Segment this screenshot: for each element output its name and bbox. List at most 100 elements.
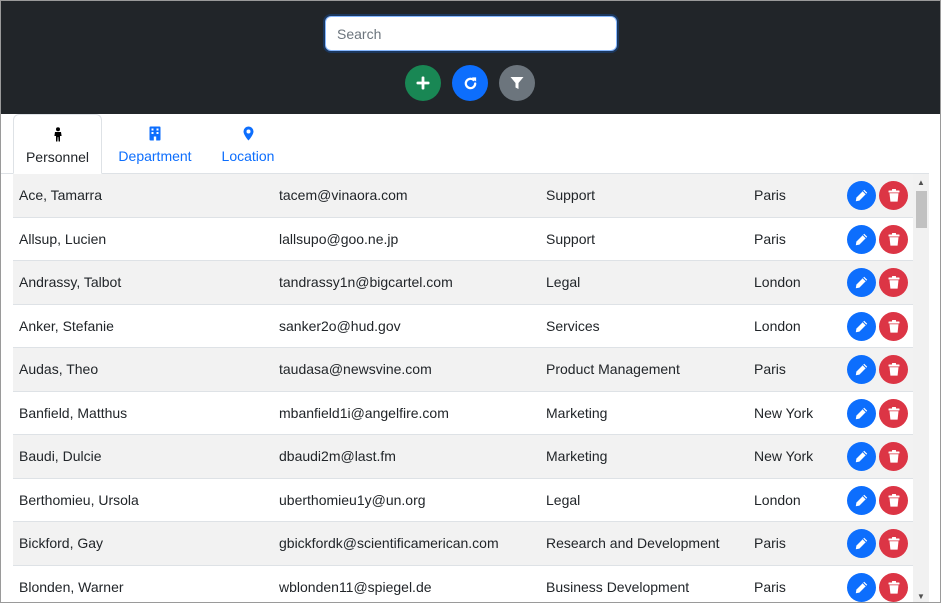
- pencil-icon: [855, 276, 868, 289]
- edit-button[interactable]: [847, 485, 876, 515]
- edit-button[interactable]: [847, 181, 876, 210]
- location-cell: Paris: [754, 187, 786, 204]
- table-row: Ace, Tamarra tacem@vinaora.com Support Pari…: [13, 174, 913, 218]
- department-cell: Marketing: [546, 404, 608, 421]
- search-input[interactable]: [325, 16, 617, 51]
- tab-bar: Personnel Department Location: [1, 114, 940, 174]
- name-cell: Anker, Stefanie: [19, 317, 114, 334]
- pencil-icon: [855, 407, 868, 419]
- department-cell: Legal: [546, 274, 581, 291]
- tab-location[interactable]: Location: [215, 114, 281, 174]
- edit-button[interactable]: [847, 529, 876, 558]
- email-cell: tacem@vinaora.com: [279, 187, 408, 204]
- location-cell: London: [754, 317, 801, 334]
- email-cell: tandrassy1n@bigcartel.com: [279, 274, 453, 291]
- scroll-down-arrow-icon[interactable]: ▼: [913, 588, 929, 602]
- tab-department[interactable]: Department: [111, 114, 199, 174]
- table-row: Berthomieu, Ursola uberthomieu1y@un.org Le…: [13, 478, 913, 522]
- personnel-table: Ace, Tamarra tacem@vinaora.com Support Pari…: [13, 174, 913, 602]
- edit-button[interactable]: [847, 355, 876, 384]
- tab-department-label: Department: [118, 148, 192, 164]
- top-bar: [1, 1, 940, 114]
- delete-button[interactable]: [879, 268, 908, 297]
- filter-icon: [510, 77, 524, 89]
- trash-icon: [888, 406, 899, 420]
- name-cell: Ace, Tamarra: [19, 187, 102, 204]
- email-cell: gbickfordk@scientificamerican.com: [279, 535, 499, 552]
- table-row: Anker, Stefanie sanker2o@hud.gov Services L…: [13, 304, 913, 348]
- name-cell: Berthomieu, Ursola: [19, 491, 139, 508]
- table-row: Andrassy, Talbot tandrassy1n@bigcartel.co…: [13, 261, 913, 305]
- delete-button[interactable]: [879, 311, 908, 341]
- department-cell: Support: [546, 230, 596, 247]
- trash-icon: [888, 363, 899, 376]
- trash-icon: [888, 537, 899, 550]
- tab-location-label: Location: [221, 148, 275, 164]
- location-cell: London: [754, 274, 801, 291]
- delete-button[interactable]: [879, 398, 908, 428]
- refresh-button[interactable]: [452, 65, 488, 101]
- scroll-up-arrow-icon[interactable]: ▲: [913, 174, 929, 190]
- pencil-icon: [855, 450, 868, 463]
- map-pin-icon: [243, 124, 254, 142]
- location-cell: Paris: [754, 230, 786, 247]
- email-cell: mbanfield1i@angelfire.com: [279, 404, 449, 421]
- location-cell: London: [754, 491, 801, 508]
- delete-button[interactable]: [879, 355, 908, 384]
- building-icon: [149, 124, 161, 142]
- table-row: Bickford, Gay gbickfordk@scientificameric…: [13, 522, 913, 566]
- table-row: Allsup, Lucien lallsupo@goo.ne.jp Support P…: [13, 217, 913, 261]
- edit-button[interactable]: [847, 268, 876, 297]
- pencil-icon: [855, 233, 868, 245]
- edit-button[interactable]: [847, 311, 876, 341]
- name-cell: Blonden, Warner: [19, 578, 124, 595]
- department-cell: Business Development: [546, 578, 690, 595]
- scrollbar-thumb[interactable]: [916, 191, 927, 228]
- email-cell: taudasa@newsvine.com: [279, 361, 432, 378]
- pencil-icon: [855, 363, 868, 376]
- email-cell: uberthomieu1y@un.org: [279, 491, 426, 508]
- delete-button[interactable]: [879, 485, 908, 515]
- location-cell: New York: [754, 404, 814, 421]
- vertical-scrollbar[interactable]: ▲ ▼: [913, 174, 929, 602]
- person-icon: [53, 125, 63, 143]
- add-button[interactable]: [405, 65, 441, 101]
- table-row: Baudi, Dulcie dbaudi2m@last.fm Marketing Ne…: [13, 435, 913, 479]
- table-row: Blonden, Warner wblonden11@spiegel.de Busi…: [13, 565, 913, 602]
- delete-button[interactable]: [879, 572, 908, 602]
- name-cell: Banfield, Matthus: [19, 404, 128, 421]
- plus-icon: [416, 76, 430, 90]
- delete-button[interactable]: [879, 224, 908, 254]
- department-cell: Research and Development: [546, 535, 720, 552]
- email-cell: lallsupo@goo.ne.jp: [279, 230, 399, 247]
- trash-icon: [888, 580, 899, 594]
- name-cell: Andrassy, Talbot: [19, 274, 122, 291]
- trash-icon: [888, 232, 899, 246]
- edit-button[interactable]: [847, 398, 876, 428]
- pencil-icon: [855, 320, 868, 332]
- edit-button[interactable]: [847, 572, 876, 602]
- tab-personnel-label: Personnel: [25, 149, 90, 165]
- edit-button[interactable]: [847, 224, 876, 254]
- filter-button[interactable]: [499, 65, 535, 101]
- pencil-icon: [855, 537, 868, 550]
- table-row: Audas, Theo taudasa@newsvine.com Product M…: [13, 348, 913, 392]
- email-cell: sanker2o@hud.gov: [279, 317, 401, 334]
- table-row: Banfield, Matthus mbanfield1i@angelfire.c…: [13, 391, 913, 435]
- trash-icon: [888, 450, 899, 463]
- department-cell: Support: [546, 187, 596, 204]
- trash-icon: [888, 276, 899, 289]
- name-cell: Baudi, Dulcie: [19, 448, 102, 465]
- location-cell: Paris: [754, 578, 786, 595]
- app-window: Personnel Department Location: [0, 0, 941, 603]
- tab-personnel[interactable]: Personnel: [13, 114, 102, 174]
- department-cell: Services: [546, 317, 600, 334]
- trash-icon: [888, 319, 899, 333]
- delete-button[interactable]: [879, 181, 908, 210]
- delete-button[interactable]: [879, 442, 908, 471]
- delete-button[interactable]: [879, 529, 908, 558]
- department-cell: Product Management: [546, 361, 680, 378]
- name-cell: Allsup, Lucien: [19, 230, 107, 247]
- location-cell: Paris: [754, 361, 786, 378]
- edit-button[interactable]: [847, 442, 876, 471]
